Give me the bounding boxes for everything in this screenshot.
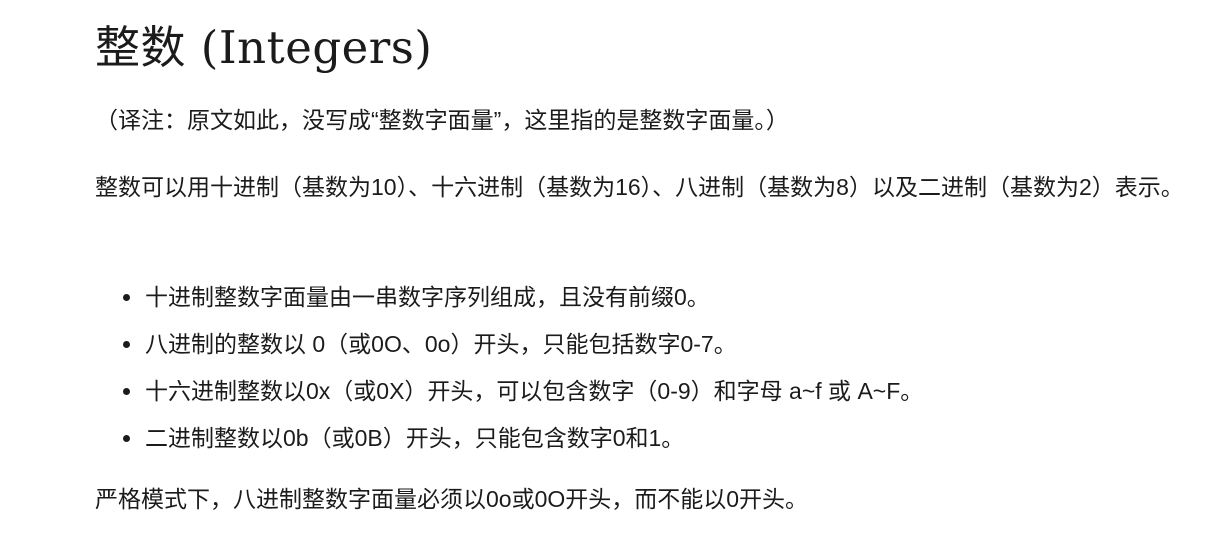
list-item-hexadecimal: 十六进制整数以0x（或0X）开头，可以包含数字（0-9）和字母 a~f 或 A~… xyxy=(122,368,923,415)
intro-paragraph: 整数可以用十进制（基数为10）、十六进制（基数为16）、八进制（基数为8）以及二… xyxy=(95,174,1184,200)
list-item-decimal: 十进制整数字面量由一串数字序列组成，且没有前缀0。 xyxy=(122,274,923,321)
list-item-binary: 二进制整数以0b（或0B）开头，只能包含数字0和1。 xyxy=(122,415,923,462)
integer-rules-list: 十进制整数字面量由一串数字序列组成，且没有前缀0。 八进制的整数以 0（或0O、… xyxy=(95,274,923,462)
list-item-octal: 八进制的整数以 0（或0O、0o）开头，只能包括数字0-7。 xyxy=(122,321,923,368)
section-heading: 整数 (Integers) xyxy=(95,21,433,74)
translator-note: （译注：原文如此，没写成“整数字面量”，这里指的是整数字面量。） xyxy=(95,107,789,133)
strict-mode-paragraph: 严格模式下，八进制整数字面量必须以0o或0O开头，而不能以0开头。 xyxy=(95,486,809,512)
